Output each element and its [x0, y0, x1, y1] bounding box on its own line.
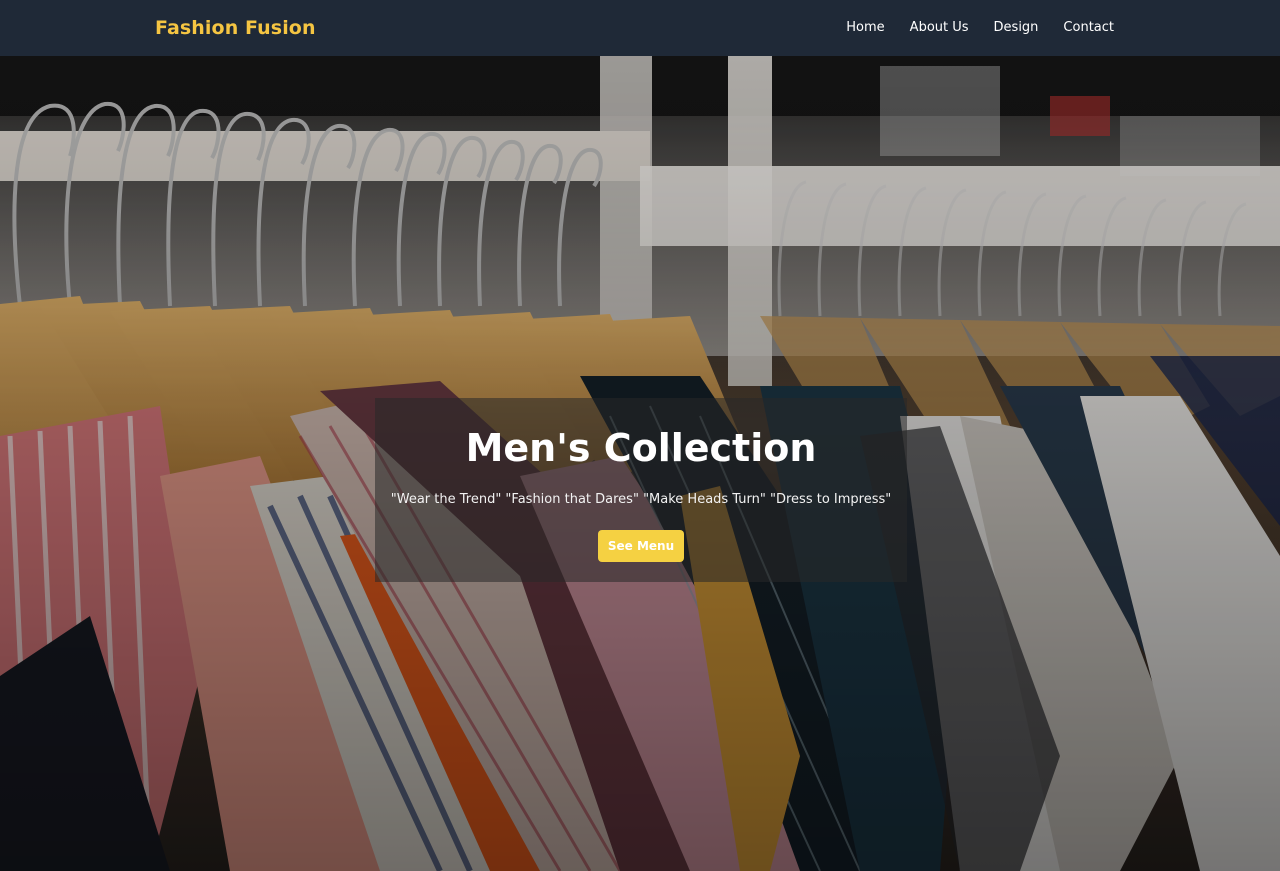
- nav-link-contact[interactable]: Contact: [1063, 20, 1114, 35]
- hero-tagline: "Wear the Trend" "Fashion that Dares" "M…: [390, 492, 892, 507]
- top-navbar: Fashion Fusion Home About Us Design Cont…: [0, 0, 1280, 56]
- nav-link-design[interactable]: Design: [994, 20, 1039, 35]
- brand-logo-link[interactable]: Fashion Fusion: [155, 17, 316, 39]
- hero-text-overlay: Men's Collection "Wear the Trend" "Fashi…: [375, 398, 907, 582]
- hero-section: Men's Collection "Wear the Trend" "Fashi…: [0, 56, 1280, 871]
- nav-links: Home About Us Design Contact: [846, 20, 1114, 35]
- nav-link-about-us[interactable]: About Us: [910, 20, 969, 35]
- nav-link-home[interactable]: Home: [846, 20, 884, 35]
- hero-title: Men's Collection: [465, 426, 817, 470]
- see-menu-button[interactable]: See Menu: [598, 530, 684, 562]
